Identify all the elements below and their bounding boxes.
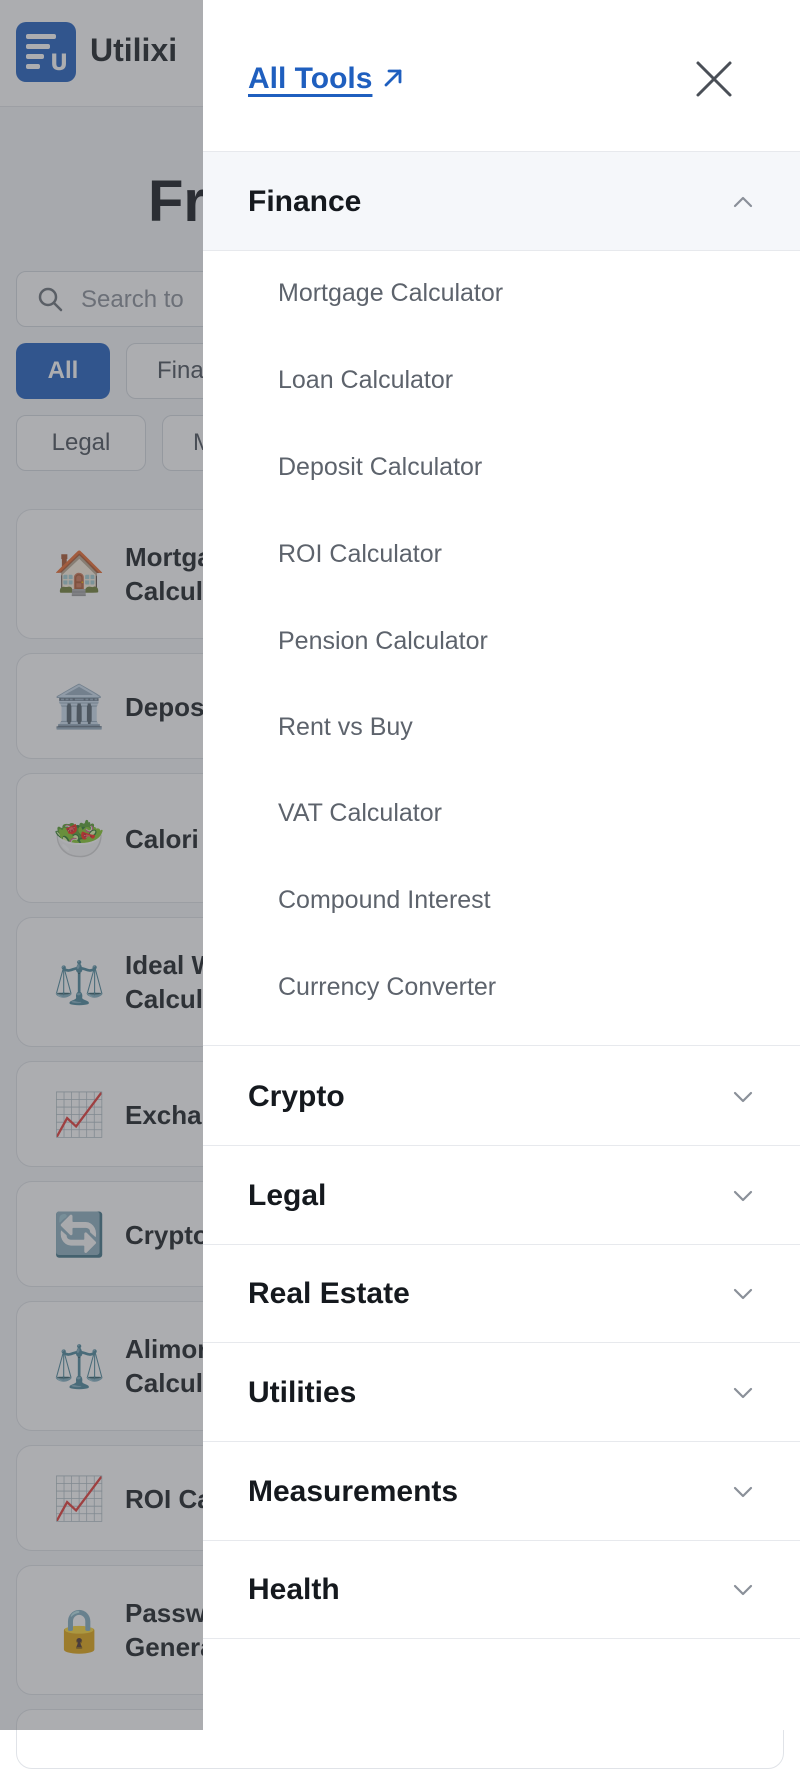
divider <box>203 1045 800 1046</box>
chevron-down-icon <box>733 1288 753 1300</box>
menu-item-label: Pension Calculator <box>278 627 488 655</box>
menu-item-label: Loan Calculator <box>278 366 454 394</box>
menu-item-label: Deposit Calculator <box>278 453 483 481</box>
section-label: Real Estate <box>248 1277 410 1310</box>
section-real-estate[interactable]: Real Estate <box>203 1244 800 1343</box>
section-legal[interactable]: Legal <box>203 1146 800 1245</box>
section-label: Measurements <box>248 1475 459 1508</box>
menu-item-label: Mortgage Calculator <box>278 279 504 307</box>
close-icon[interactable] <box>691 56 737 102</box>
menu-item-vat-calculator[interactable]: VAT Calculator <box>203 770 800 857</box>
chevron-down-icon <box>733 1091 753 1103</box>
navigation-drawer: All Tools Finance Mortgage Calculator Lo… <box>203 0 800 1730</box>
menu-item-pension-calculator[interactable]: Pension Calculator <box>203 598 800 685</box>
all-tools-link[interactable]: All Tools <box>248 62 372 96</box>
section-utilities[interactable]: Utilities <box>203 1343 800 1442</box>
menu-item-label: VAT Calculator <box>278 799 442 827</box>
menu-item-mortgage-calculator[interactable]: Mortgage Calculator <box>203 250 800 337</box>
chevron-down-icon <box>733 1190 753 1202</box>
menu-item-loan-calculator[interactable]: Loan Calculator <box>203 337 800 424</box>
menu-item-label: Compound Interest <box>278 886 491 914</box>
menu-item-deposit-calculator[interactable]: Deposit Calculator <box>203 424 800 511</box>
section-label: Utilities <box>248 1376 357 1409</box>
section-crypto[interactable]: Crypto <box>203 1047 800 1146</box>
chevron-down-icon <box>733 1584 753 1596</box>
section-label: Finance <box>248 185 362 218</box>
external-arrow-icon <box>384 69 402 87</box>
menu-item-compound-interest[interactable]: Compound Interest <box>203 857 800 944</box>
chevron-down-icon <box>733 1486 753 1498</box>
section-label: Health <box>248 1573 340 1606</box>
menu-item-label: Rent vs Buy <box>278 713 413 741</box>
menu-item-roi-calculator[interactable]: ROI Calculator <box>203 511 800 598</box>
drawer-header: All Tools <box>203 0 800 152</box>
section-health[interactable]: Health <box>203 1540 800 1639</box>
section-label: Crypto <box>248 1080 345 1113</box>
section-finance[interactable]: Finance <box>203 152 800 251</box>
menu-item-currency-converter[interactable]: Currency Converter <box>203 944 800 1031</box>
chevron-up-icon <box>733 196 753 208</box>
section-label: Legal <box>248 1179 327 1212</box>
menu-item-label: Currency Converter <box>278 973 497 1001</box>
menu-item-label: ROI Calculator <box>278 540 442 568</box>
menu-item-rent-vs-buy[interactable]: Rent vs Buy <box>203 684 800 771</box>
chevron-down-icon <box>733 1387 753 1399</box>
section-measurements[interactable]: Measurements <box>203 1442 800 1541</box>
